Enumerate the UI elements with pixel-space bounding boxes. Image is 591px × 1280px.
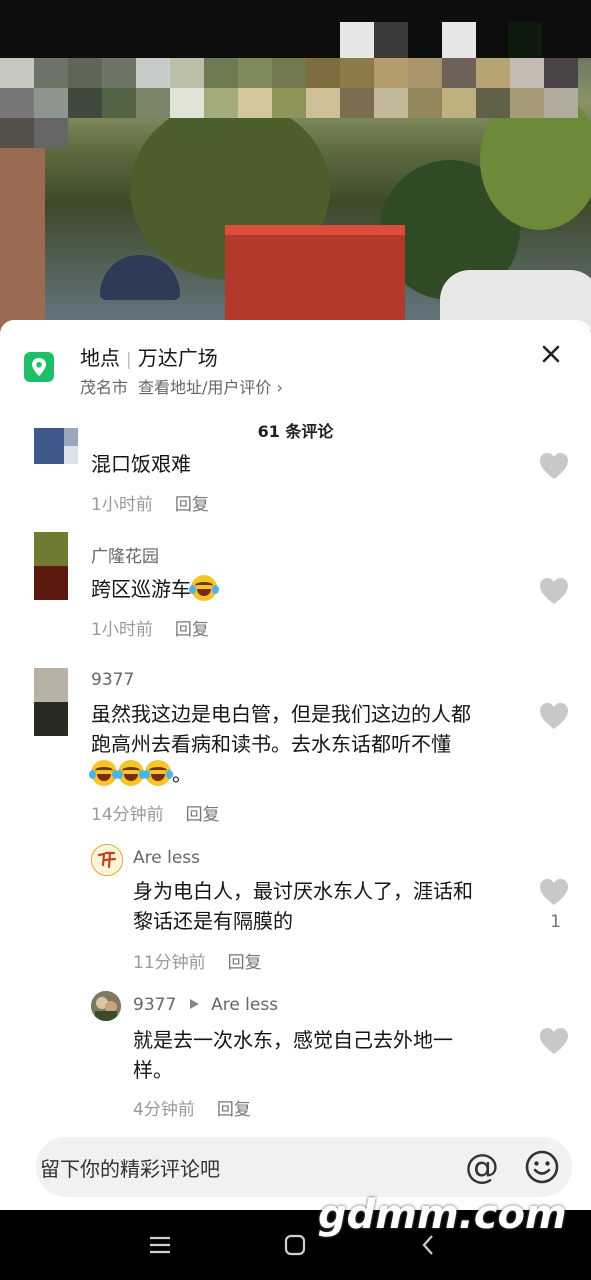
reply-button[interactable]: 回复 <box>217 1100 251 1120</box>
title-divider: | <box>126 350 132 370</box>
reply-author[interactable]: 9377 <box>133 995 176 1015</box>
reply-header: 9377 Are less <box>133 995 278 1015</box>
video-background <box>0 0 591 340</box>
location-label: 地点 <box>80 346 120 370</box>
reply-arrow-icon <box>189 999 199 1009</box>
like-count: 1 <box>550 912 561 932</box>
comment-text-content: 跨区巡游车 <box>91 577 191 601</box>
avatar[interactable] <box>34 668 68 736</box>
reply-button[interactable]: 回复 <box>175 620 209 640</box>
reply-text: 身为电白人，最讨厌水东人了，涯话和 黎话还是有隔膜的 <box>133 876 473 936</box>
reply-text-line: 身为电白人，最讨厌水东人了，涯话和 <box>133 879 473 903</box>
avatar[interactable] <box>91 844 123 876</box>
reply-button[interactable]: 回复 <box>186 805 220 825</box>
comment-text: 跨区巡游车 <box>91 574 219 604</box>
heart-icon[interactable] <box>539 1027 569 1055</box>
reply-author[interactable]: Are less <box>133 848 200 868</box>
comment-count: 61 条评论 <box>257 422 334 441</box>
avatar[interactable] <box>34 428 78 464</box>
location-name: 万达广场 <box>137 346 218 370</box>
comment-input-placeholder[interactable]: 留下你的精彩评论吧 <box>40 1153 220 1182</box>
location-title: 地点 | 万达广场 <box>80 342 218 371</box>
location-subtitle: 茂名市 查看地址/用户评价 › <box>80 374 283 398</box>
comment-author[interactable]: 广隆花园 <box>91 542 159 567</box>
reply-text: 就是去一次水东，感觉自己去外地一 样。 <box>133 1025 453 1085</box>
comment-text: 混口饭艰难 <box>91 452 191 476</box>
comment-time: 1小时前 <box>91 495 153 515</box>
reply-meta: 11分钟前 回复 <box>133 948 262 973</box>
comment-input[interactable]: 留下你的精彩评论吧 @ <box>36 1137 572 1197</box>
home-icon[interactable] <box>280 1230 310 1260</box>
laugh-cry-emoji-icon <box>143 760 173 786</box>
avatar[interactable] <box>34 532 68 600</box>
comment-meta: 1小时前 回复 <box>91 490 209 515</box>
comment-author[interactable]: 9377 <box>91 670 134 690</box>
reply-button[interactable]: 回复 <box>228 953 262 973</box>
comment-text: 虽然我这边是电白管，但是我们这边的人都 跑高州去看病和读书。去水东话都听不懂 。 <box>89 699 471 789</box>
comment-text-end: 。 <box>172 762 192 786</box>
location-details-link[interactable]: 查看地址/用户评价 › <box>138 378 283 397</box>
reply-time: 4分钟前 <box>133 1100 195 1120</box>
comment-meta: 14分钟前 回复 <box>91 800 220 825</box>
laugh-cry-emoji-icon <box>189 575 219 601</box>
comment-text-line: 。 <box>89 759 471 789</box>
avatar[interactable] <box>91 991 121 1021</box>
heart-icon[interactable] <box>539 452 569 480</box>
comment-text-line: 跑高州去看病和读书。去水东话都听不懂 <box>91 732 451 756</box>
heart-icon[interactable] <box>539 878 569 906</box>
reply-button[interactable]: 回复 <box>175 495 209 515</box>
laugh-cry-emoji-icon <box>116 760 146 786</box>
heart-icon[interactable] <box>539 702 569 730</box>
reply-text-line: 黎话还是有隔膜的 <box>133 909 293 933</box>
at-mention-icon[interactable]: @ <box>464 1149 500 1185</box>
emoji-icon[interactable] <box>524 1149 560 1185</box>
comment-sheet: 地点 | 万达广场 茂名市 查看地址/用户评价 › 61 条评论 混口饭艰难 1小时前… <box>0 320 591 1210</box>
location-pin-icon <box>24 352 54 382</box>
comment-time: 14分钟前 <box>91 805 164 825</box>
location-header[interactable]: 地点 | 万达广场 茂名市 查看地址/用户评价 › <box>0 320 591 408</box>
reply-text-line: 样。 <box>133 1058 173 1082</box>
reply-to-author[interactable]: Are less <box>211 995 278 1015</box>
reply-time: 11分钟前 <box>133 953 206 973</box>
heart-icon[interactable] <box>539 577 569 605</box>
watermark: gdmm.com <box>318 1192 567 1238</box>
comment-time: 1小时前 <box>91 620 153 640</box>
reply-meta: 4分钟前 回复 <box>133 1095 251 1120</box>
reply-text-line: 就是去一次水东，感觉自己去外地一 <box>133 1028 453 1052</box>
comment-text-line: 虽然我这边是电白管，但是我们这边的人都 <box>91 702 471 726</box>
laugh-cry-emoji-icon <box>89 760 119 786</box>
close-icon[interactable] <box>537 340 565 368</box>
comment-meta: 1小时前 回复 <box>91 615 209 640</box>
location-city: 茂名市 <box>80 378 129 397</box>
menu-icon[interactable] <box>145 1230 175 1260</box>
